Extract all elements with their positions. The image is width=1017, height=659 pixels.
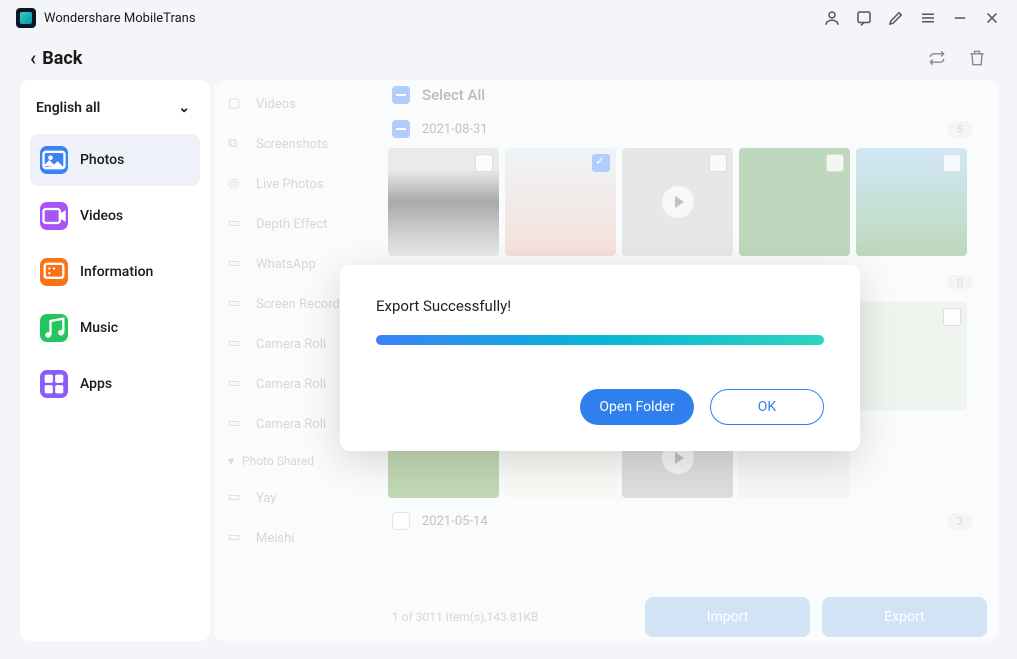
sidebar-item-information[interactable]: Information <box>30 246 200 298</box>
sidebar-item-label: Information <box>80 264 153 280</box>
apps-icon <box>40 370 68 398</box>
trash-icon[interactable] <box>967 48 987 68</box>
sidebar-item-music[interactable]: Music <box>30 302 200 354</box>
music-icon <box>40 314 68 342</box>
modal-title: Export Successfully! <box>376 297 824 315</box>
feedback-icon[interactable] <box>855 9 873 27</box>
chevron-down-icon: ⌄ <box>178 100 190 116</box>
minimize-button[interactable] <box>951 9 969 27</box>
sidebar-item-label: Apps <box>80 376 112 392</box>
sidebar-item-label: Photos <box>80 152 124 168</box>
sidebar-item-label: Music <box>80 320 118 336</box>
progress-bar <box>376 335 824 345</box>
app-title: Wondershare MobileTrans <box>44 11 196 26</box>
export-success-modal: Export Successfully! Open Folder OK <box>340 265 860 451</box>
edit-icon[interactable] <box>887 9 905 27</box>
information-icon <box>40 258 68 286</box>
sidebar-item-apps[interactable]: Apps <box>30 358 200 410</box>
menu-icon[interactable] <box>919 9 937 27</box>
language-label: English all <box>36 100 100 116</box>
refresh-icon[interactable] <box>927 48 947 68</box>
toolbar: ‹ Back <box>0 36 1017 80</box>
titlebar: Wondershare MobileTrans <box>0 0 1017 36</box>
close-button[interactable] <box>983 9 1001 27</box>
videos-icon <box>40 202 68 230</box>
back-button[interactable]: ‹ Back <box>30 46 82 70</box>
ok-button[interactable]: OK <box>710 389 824 425</box>
sidebar-item-label: Videos <box>80 208 123 224</box>
sidebar: English all ⌄ Photos Videos Information … <box>20 80 210 641</box>
sidebar-item-photos[interactable]: Photos <box>30 134 200 186</box>
photos-icon <box>40 146 68 174</box>
back-label: Back <box>42 48 82 69</box>
sidebar-item-videos[interactable]: Videos <box>30 190 200 242</box>
chevron-left-icon: ‹ <box>30 46 36 70</box>
open-folder-button[interactable]: Open Folder <box>580 389 694 425</box>
language-select[interactable]: English all ⌄ <box>30 94 200 134</box>
account-icon[interactable] <box>823 9 841 27</box>
app-icon <box>16 8 36 28</box>
